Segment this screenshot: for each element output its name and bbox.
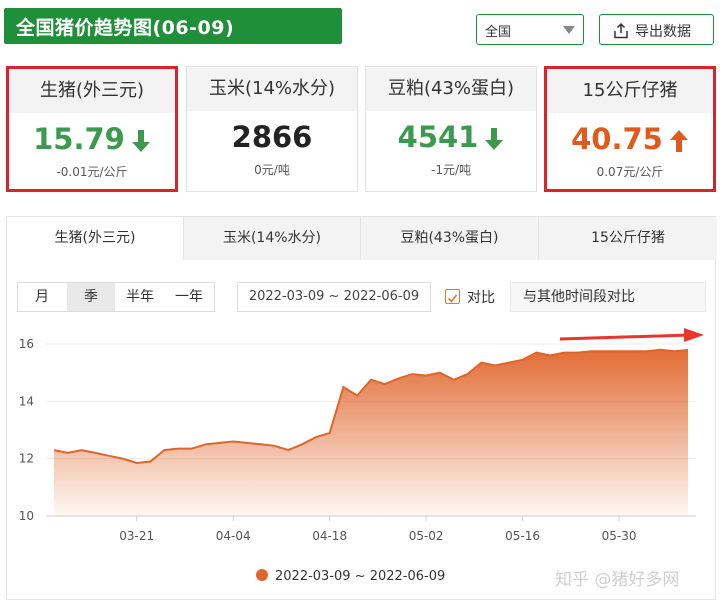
y-axis: 10 12 14 16 [19,337,34,523]
x-axis: 03-21 04-04 04-18 05-02 05-16 05-30 [46,515,696,543]
x-tick-label: 05-16 [505,529,540,543]
chart-legend: 2022-03-09 ~ 2022-06-09 [256,569,445,584]
series-area [54,349,688,516]
y-tick-label: 12 [19,452,34,466]
y-tick-label: 14 [19,394,34,408]
y-tick-label: 16 [19,337,34,351]
x-tick-label: 05-30 [602,529,637,543]
x-tick-label: 03-21 [119,529,154,543]
y-tick-label: 10 [19,509,34,523]
trend-arrow-annotation [559,328,704,342]
price-trend-chart: 10121416 03-21 04-04 04-18 05-02 05-16 05-30 … [19,328,704,584]
legend-label: 2022-03-09 ~ 2022-06-09 [275,569,445,584]
x-tick-label: 04-18 [312,529,347,543]
watermark: 知乎 @猪好多网 [555,570,680,590]
x-tick-label: 05-02 [409,529,444,543]
x-tick-label: 04-04 [216,529,251,543]
legend-marker [256,569,268,581]
